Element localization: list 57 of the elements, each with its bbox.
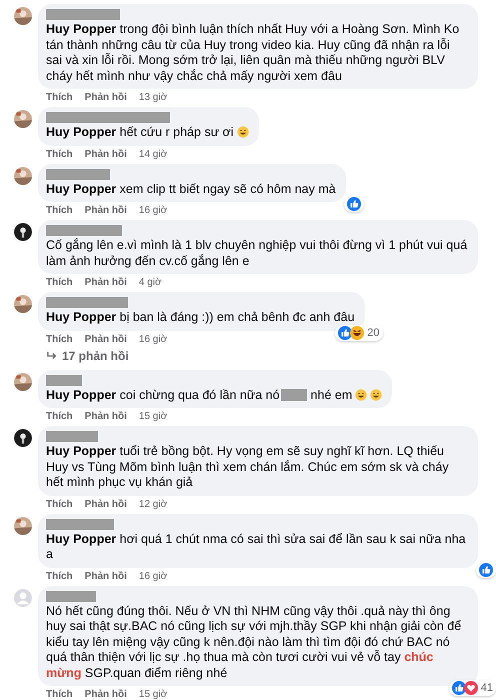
like-link[interactable]: Thích — [46, 92, 73, 103]
like-icon — [479, 562, 493, 576]
comment-text: Huy Popper xem clip tt biết ngay sẽ có hôm nay mà — [46, 182, 336, 196]
like-icon — [346, 197, 361, 211]
redacted-name — [46, 431, 98, 442]
redacted-word — [280, 388, 307, 400]
like-icon — [338, 326, 352, 340]
timestamp: 14 giờ — [138, 148, 168, 160]
reply-link[interactable]: Phản hồi — [84, 277, 127, 288]
timestamp: 16 giờ — [138, 334, 168, 344]
like-link[interactable]: Thích — [46, 334, 73, 344]
comment-text: Huy Popper hơi quá 1 chút nma có sai thì sửa sai để lần sau k sai nữa nha a — [46, 532, 466, 561]
laughing-icon — [350, 326, 364, 340]
like-link[interactable]: Thích — [46, 689, 73, 700]
reaction-badge[interactable] — [476, 562, 496, 578]
comment-text: nhé em — [310, 388, 352, 402]
redacted-name — [46, 374, 82, 386]
redacted-name — [46, 168, 110, 180]
smiley-icon — [355, 388, 368, 400]
comment-text: Cố gắng lên e.vì mình là 1 blv chuyên nghiệp vui thôi đừng vì 1 phút vui quá làm ảnh hưởng đến cv.cố gắng lên e — [46, 238, 468, 268]
timestamp: 16 giờ — [138, 570, 168, 582]
timestamp: 15 giờ — [138, 689, 168, 700]
comment-text: Huy Popper trong đội bình luận thích nhất Huy với a Hoàng Sơn. Mình Ko tán thành những câu từ của Huy trong video kia. Huy cũng đã nhận ra lỗi sai và xin lỗi rồi. Mong sớm trở lại, liên quân mà thiếu những người BLV cháy hết mình như vậy chắc chả mấy người xem đâu — [46, 22, 460, 82]
redacted-name — [46, 518, 114, 530]
timestamp: 16 giờ — [138, 205, 168, 216]
reply-link[interactable]: Phản hồi — [84, 498, 127, 510]
like-link[interactable]: Thích — [46, 205, 73, 216]
view-replies-link[interactable]: 17 phản hồi — [38, 344, 129, 362]
like-icon — [452, 681, 466, 695]
reply-link[interactable]: Phản hồi — [84, 92, 127, 103]
comment-text: Nó hết cũng đúng thôi. Nếu ở VN thì NHM cũng vậy thôi .quả này thì ông huy sai thật sự.BAC nó cũng lịch sự với mjh.thầy SGP khi nhận giải còn để kiểu tay lên miệng vậy cũng k nên.đội nào làm thì tìm đội đó chứ BAC nó quá thân thiện với lịc sự .họ thua mà còn tươi cười vui vẻ vỗ tay chúc mừng SGP.quan điểm riêng nhé — [46, 604, 462, 680]
like-link[interactable]: Thích — [46, 570, 73, 582]
like-link[interactable]: Thích — [46, 277, 73, 288]
timestamp: 12 giờ — [138, 498, 168, 510]
smiley-icon — [370, 388, 382, 400]
reply-arrow-icon — [46, 350, 58, 360]
reply-link[interactable]: Phản hồi — [84, 689, 127, 700]
reply-link[interactable]: Phản hồi — [84, 570, 127, 582]
timestamp: 13 giờ — [138, 92, 168, 103]
reaction-badge[interactable]: 20 — [335, 324, 383, 340]
like-link[interactable]: Thích — [46, 498, 73, 510]
comment-text: Huy Popper tuổi trẻ bồng bột. Hy vọng em sẽ suy nghĩ kĩ hơn. LQ thiếu Huy vs Tùng Mõm bình luận thì xem chán lắm. Chúc em sớm sk và cháy hết mình phục vụ khán giả — [46, 444, 449, 489]
smiley-icon — [236, 126, 249, 138]
reply-link[interactable]: Phản hồi — [84, 205, 127, 216]
like-link[interactable]: Thích — [46, 148, 73, 160]
comment-text: Huy Popper bị ban là đáng :)) em chả bênh đc anh đâu — [46, 310, 355, 324]
comment-text: Huy Popper hết cứu r pháp sư ơi — [46, 125, 234, 139]
reaction-badge[interactable]: 41 — [448, 680, 496, 696]
timestamp: 4 giờ — [138, 277, 162, 288]
redacted-name — [46, 590, 96, 602]
comment-text: Huy Popper coi chừng qua đó lần nữa nó — [46, 388, 280, 402]
reply-link[interactable]: Phản hồi — [84, 334, 127, 344]
reply-link[interactable]: Phản hồi — [84, 148, 127, 160]
reply-link[interactable]: Phản hồi — [84, 411, 127, 422]
timestamp: 15 giờ — [138, 411, 168, 422]
reaction-badge[interactable] — [344, 196, 364, 212]
like-link[interactable]: Thích — [46, 411, 73, 422]
